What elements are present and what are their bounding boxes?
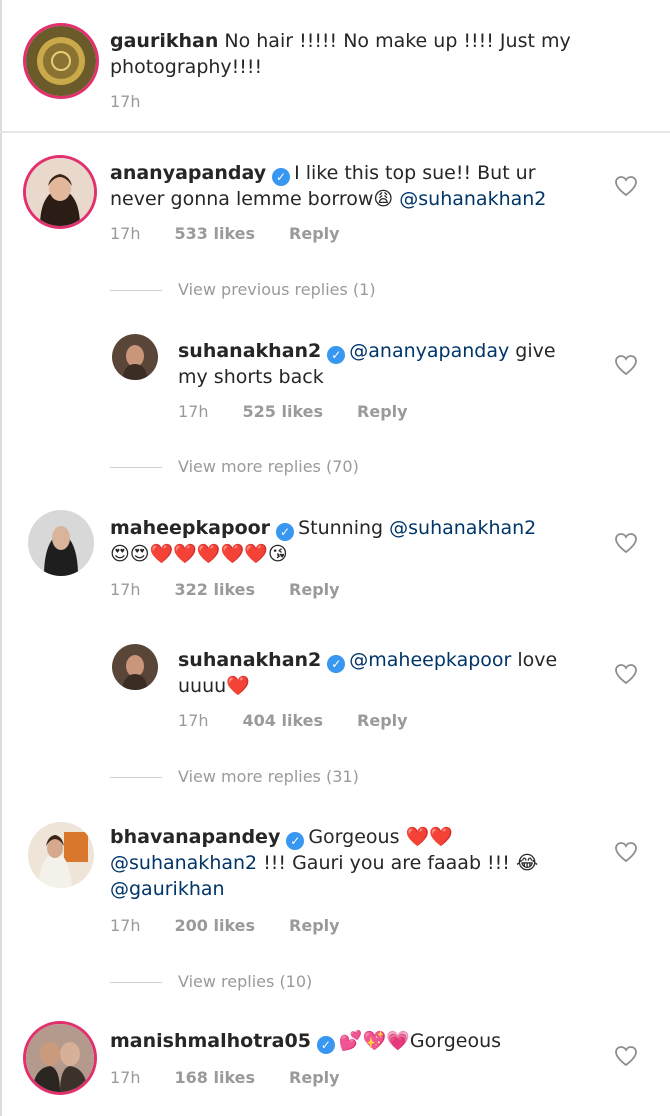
mention-link[interactable]: @gaurikhan [110,878,225,900]
timestamp: 17h [110,224,141,243]
replies-line [110,982,162,983]
mention-link[interactable]: @maheepkapoor [349,649,511,671]
comment-body: 😍😍❤️❤️❤️❤️❤️😘 [110,543,288,565]
comment-body: my shorts back [178,366,324,388]
verified-badge-icon: ✓ [327,346,346,364]
like-heart-icon[interactable] [614,532,638,554]
verified-badge-icon: ✓ [316,1036,335,1054]
verified-badge-icon: ✓ [327,655,346,673]
mention-link[interactable]: @suhanakhan2 [110,852,257,874]
comment-body: never gonna lemme borrow😩 [110,188,394,210]
like-count[interactable]: 200 likes [175,916,256,935]
logo-icon [26,26,96,96]
comment-body: !!! Gauri you are faaab !!! 😂 [263,852,539,874]
comment-meta: 17h 322 likes Reply [110,580,374,599]
view-replies-button[interactable]: View more replies (31) [178,767,359,786]
reply-button[interactable]: Reply [357,402,408,421]
view-replies-button[interactable]: View more replies (70) [178,457,359,476]
comment-text: photography!!!! [110,56,263,78]
timestamp: 17h [110,92,141,111]
comment-text: maheepkapoor ✓ Stunning @suhanakhan2 😍😍❤️❤… [110,515,610,567]
comment-body: Gorgeous ❤️❤️ [308,826,453,848]
comment-text: bhavanapandey ✓ Gorgeous ❤️❤️ @suhanakhan2… [110,824,610,902]
reply-button[interactable]: Reply [289,1068,340,1087]
mention-link[interactable]: @ananyapanday [349,340,509,362]
like-heart-icon[interactable] [614,354,638,376]
username[interactable]: bhavanapandey [110,826,280,848]
avatar-maheepkapoor[interactable] [28,510,94,576]
comment-meta: 17h 168 likes Reply [110,1068,374,1087]
username[interactable]: maheepkapoor [110,517,270,539]
view-replies-button[interactable]: View replies (10) [178,972,312,991]
profile-photo [26,158,94,226]
avatar-suhanakhan2[interactable] [112,334,158,380]
timestamp: 17h [178,711,209,730]
username[interactable]: suhanakhan2 [178,649,321,671]
comment-body: uuuu❤️ [178,675,250,697]
like-heart-icon[interactable] [614,175,638,197]
comment-meta: 17h 525 likes Reply [178,402,442,421]
username[interactable]: manishmalhotra05 [110,1030,311,1052]
comment-meta: 17h 200 likes Reply [110,916,374,935]
username[interactable]: suhanakhan2 [178,340,321,362]
reply-button[interactable]: Reply [357,711,408,730]
profile-photo [112,334,158,380]
replies-line [110,777,162,778]
comment-meta: 17h 404 likes Reply [178,711,442,730]
comment-text: suhanakhan2 ✓ @maheepkapoor love uuuu❤️ [178,647,598,699]
verified-badge-icon: ✓ [272,168,291,186]
avatar-manishmalhotra05[interactable] [26,1024,94,1092]
profile-photo [28,510,94,576]
verified-badge-icon: ✓ [276,523,295,541]
replies-line [110,290,162,291]
comment-text: ananyapanday ✓ I like this top sue!! But u… [110,160,610,212]
like-count[interactable]: 533 likes [175,224,256,243]
timestamp: 17h [110,580,141,599]
mention-link[interactable]: @suhanakhan2 [399,188,546,210]
avatar-gaurikhan[interactable] [26,26,96,96]
reply-button[interactable]: Reply [289,224,340,243]
like-count[interactable]: 525 likes [243,402,324,421]
replies-line [110,467,162,468]
like-heart-icon[interactable] [614,841,638,863]
timestamp: 17h [110,1068,141,1087]
comment-body: I like this top sue!! But ur [294,162,536,184]
comment-meta: 17h 533 likes Reply [110,224,374,243]
comment-body: Stunning [298,517,384,539]
comment-body: 💕💖💗Gorgeous [338,1030,502,1052]
comment-body: love [517,649,558,671]
avatar-ananyapanday[interactable] [26,158,94,226]
profile-photo [112,644,158,690]
like-heart-icon[interactable] [614,663,638,685]
username[interactable]: gaurikhan [110,30,218,52]
owner-comment-text: gaurikhan No hair !!!!! No make up !!!! … [110,28,630,80]
view-replies-button[interactable]: View previous replies (1) [178,280,376,299]
avatar-bhavanapandey[interactable] [28,822,94,888]
like-count[interactable]: 404 likes [243,711,324,730]
username[interactable]: ananyapanday [110,162,266,184]
mention-link[interactable]: @suhanakhan2 [389,517,536,539]
reply-button[interactable]: Reply [289,580,340,599]
left-edge [0,0,2,1116]
comment-text: No hair !!!!! No make up !!!! Just my [224,30,571,52]
like-count[interactable]: 322 likes [175,580,256,599]
like-heart-icon[interactable] [614,1045,638,1067]
comment-meta: 17h [110,92,175,111]
comment-text: manishmalhotra05 ✓ 💕💖💗Gorgeous [110,1028,610,1054]
timestamp: 17h [178,402,209,421]
verified-badge-icon: ✓ [286,832,305,850]
comment-text: suhanakhan2 ✓ @ananyapanday give my shorts… [178,338,598,390]
profile-photo [26,1024,94,1092]
timestamp: 17h [110,916,141,935]
comment-body: give [515,340,556,362]
profile-photo [28,822,94,888]
avatar-suhanakhan2[interactable] [112,644,158,690]
reply-button[interactable]: Reply [289,916,340,935]
divider [0,131,670,133]
like-count[interactable]: 168 likes [175,1068,256,1087]
